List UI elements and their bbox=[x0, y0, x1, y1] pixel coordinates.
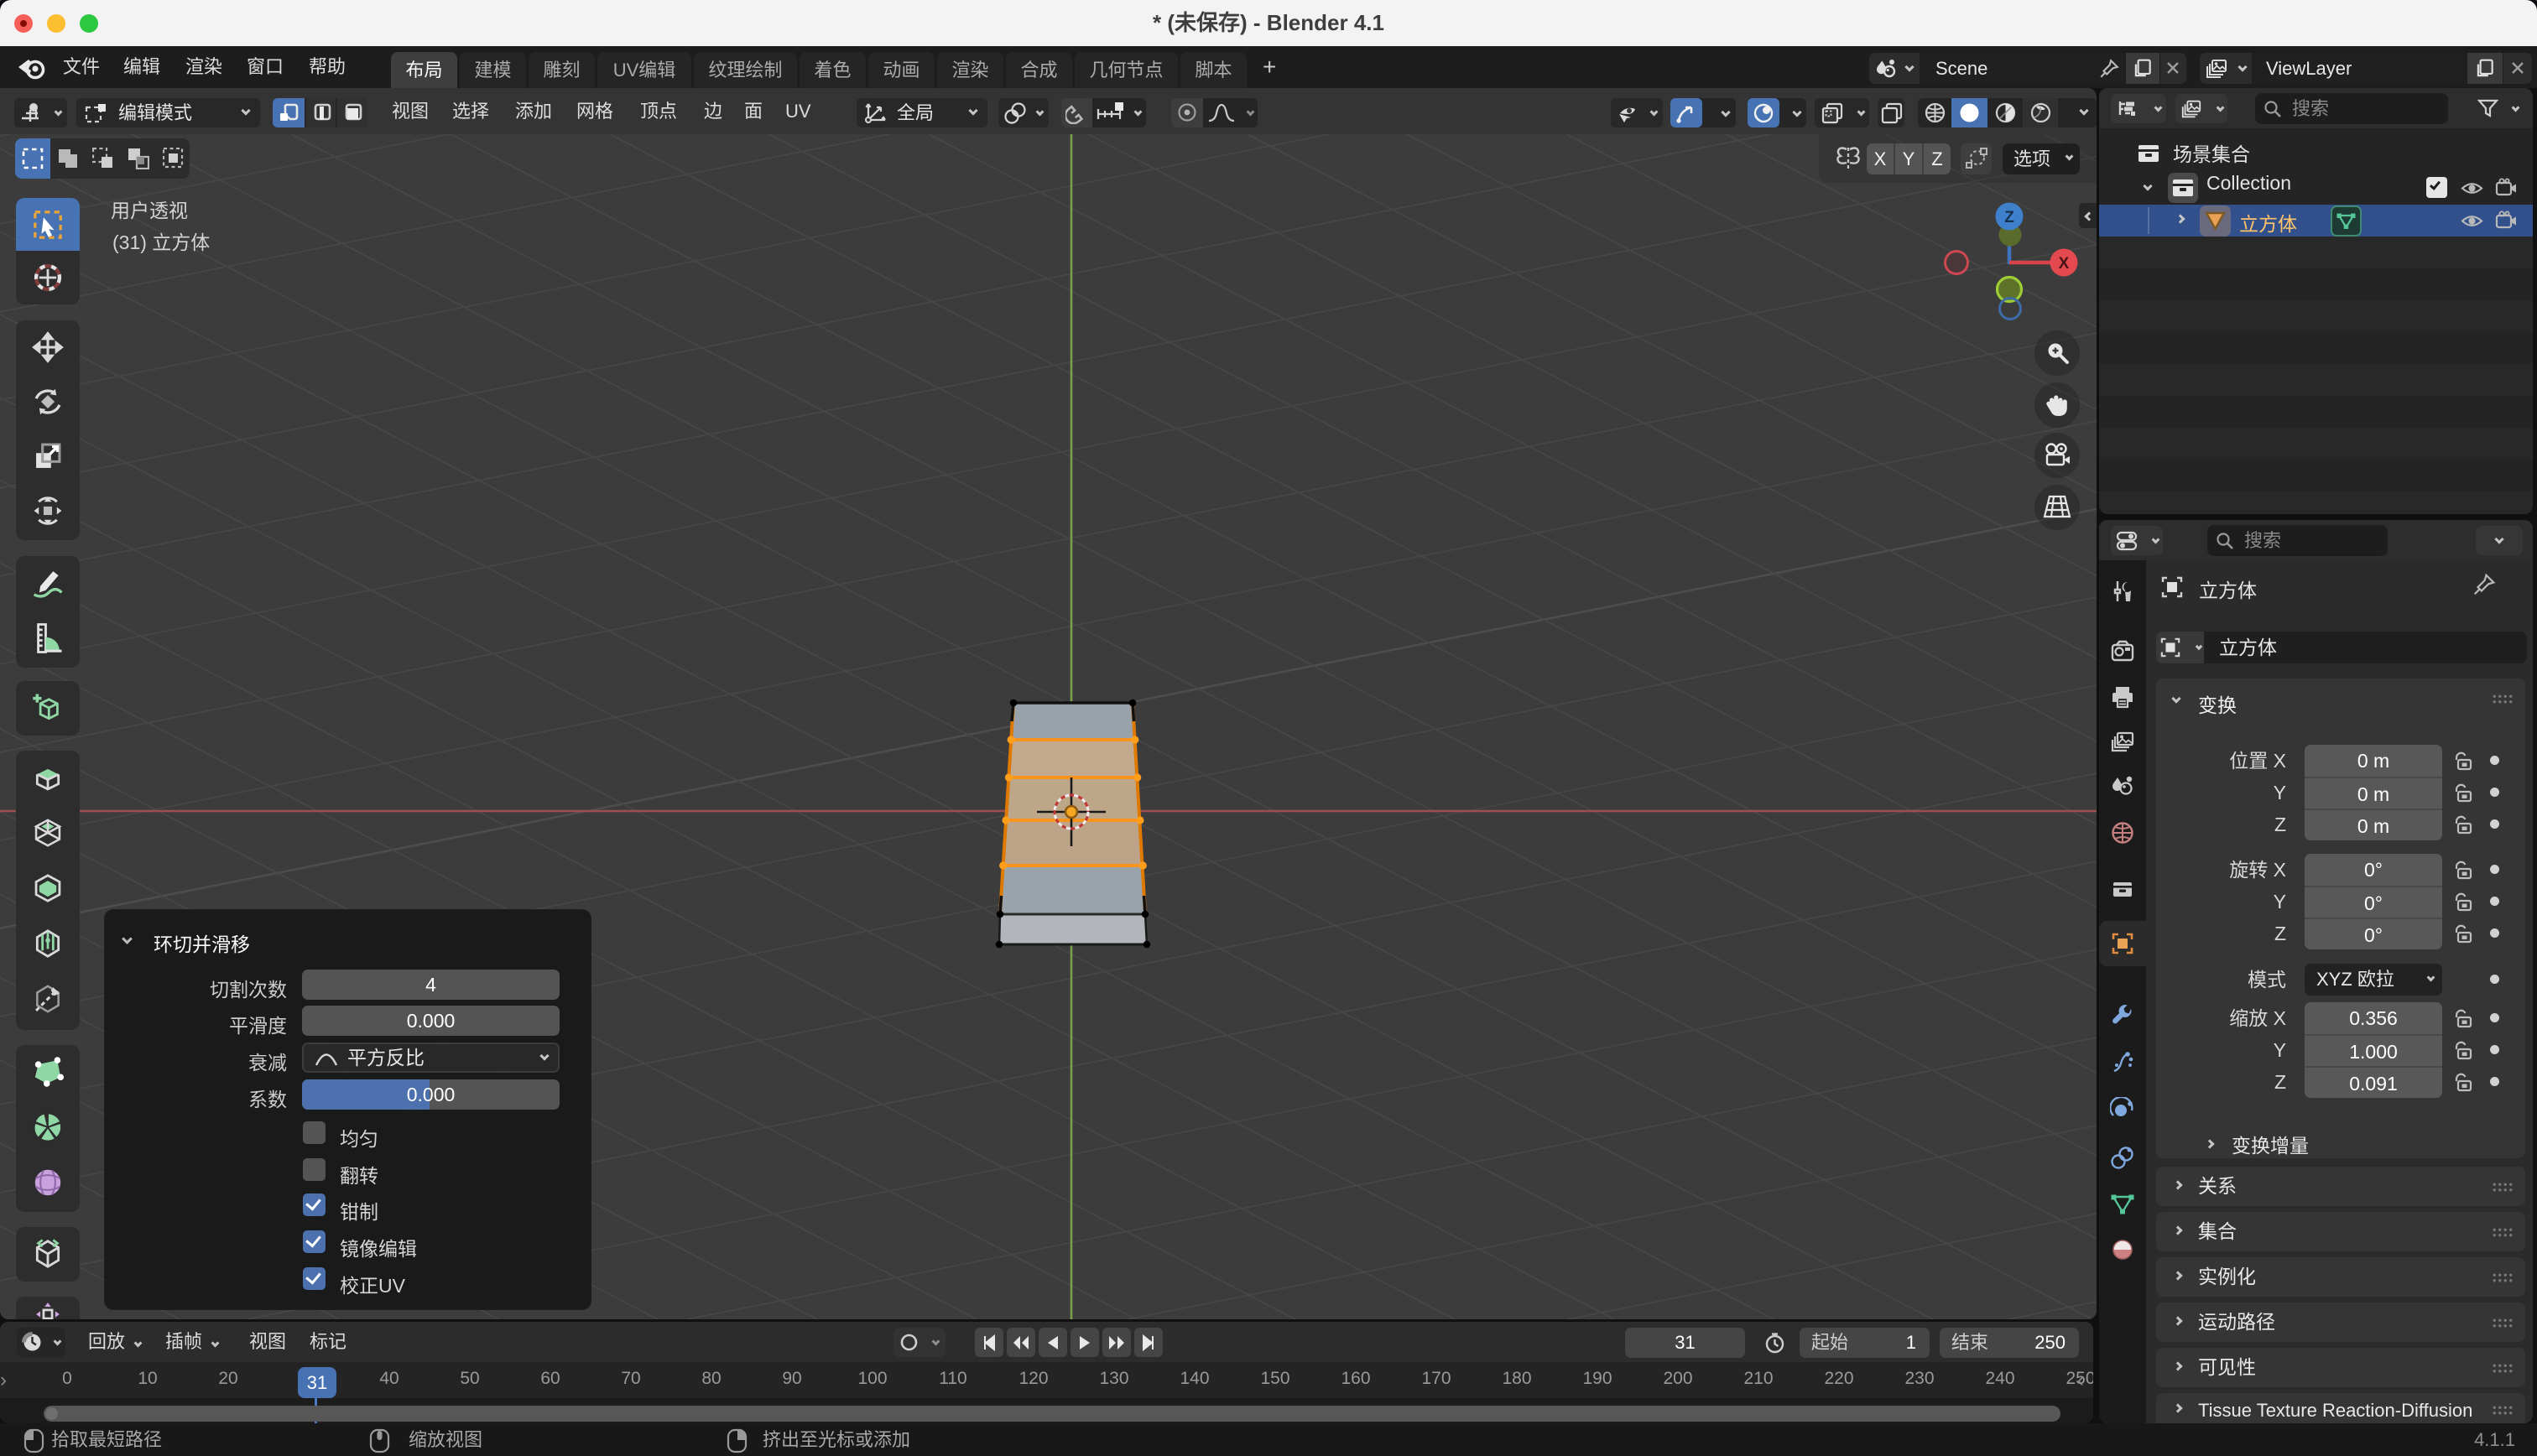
svg-text:X: X bbox=[2059, 255, 2070, 273]
svg-text:Z: Z bbox=[2004, 209, 2014, 226]
